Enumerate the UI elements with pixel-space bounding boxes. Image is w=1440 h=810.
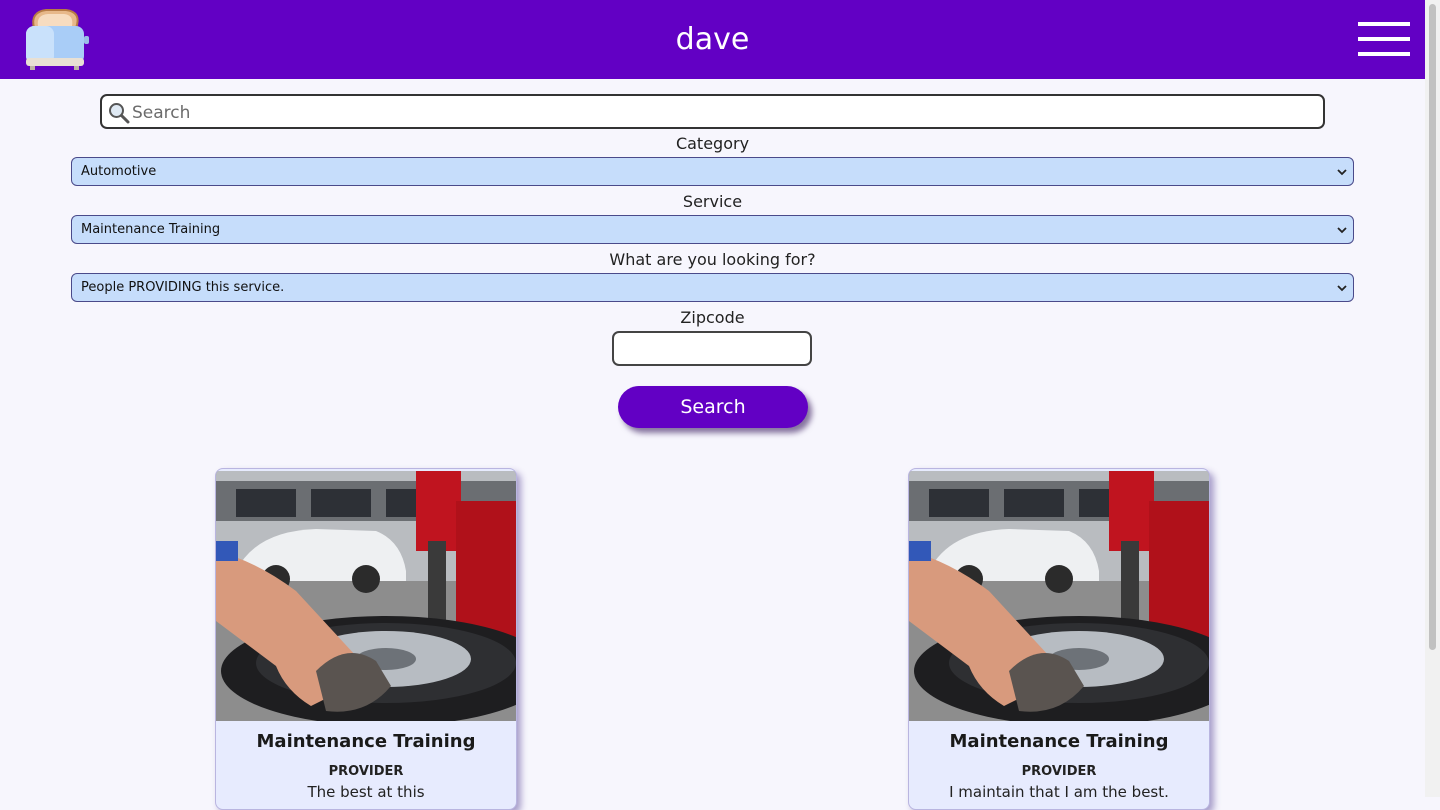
search-input[interactable]	[130, 99, 1314, 127]
result-card[interactable]: Maintenance Training PROVIDER The best a…	[215, 468, 517, 810]
looking-for-label: What are you looking for?	[609, 250, 816, 269]
scrollbar[interactable]	[1425, 0, 1440, 797]
tire-service-image	[216, 471, 516, 721]
card-role: PROVIDER	[1021, 764, 1097, 779]
card-role: PROVIDER	[328, 764, 404, 779]
card-title: Maintenance Training	[256, 731, 476, 752]
card-description: I maintain that I am the best.	[949, 783, 1169, 801]
looking-for-selected-value: People PROVIDING this service.	[81, 280, 285, 295]
category-select[interactable]: Automotive	[71, 157, 1354, 186]
chevron-down-icon	[1337, 285, 1347, 292]
chevron-down-icon	[1337, 169, 1347, 176]
search-box[interactable]	[100, 94, 1325, 129]
app-header: dave	[0, 0, 1425, 79]
magnifier-icon	[109, 103, 130, 124]
service-selected-value: Maintenance Training	[81, 222, 221, 237]
tire-service-image	[909, 471, 1209, 721]
page-title: dave	[675, 22, 750, 57]
hamburger-menu-icon[interactable]	[1358, 22, 1410, 56]
zipcode-field[interactable]	[612, 331, 812, 366]
card-description: The best at this	[307, 783, 425, 801]
category-label: Category	[675, 134, 750, 153]
service-label: Service	[682, 192, 743, 211]
scrollbar-thumb[interactable]	[1429, 4, 1436, 650]
card-title: Maintenance Training	[949, 731, 1169, 752]
result-card[interactable]: Maintenance Training PROVIDER I maintain…	[908, 468, 1210, 810]
search-button[interactable]: Search	[618, 386, 808, 428]
category-selected-value: Automotive	[81, 164, 157, 179]
looking-for-select[interactable]: People PROVIDING this service.	[71, 273, 1354, 302]
service-select[interactable]: Maintenance Training	[71, 215, 1354, 244]
chevron-down-icon	[1337, 227, 1347, 234]
zipcode-label: Zipcode	[680, 308, 745, 327]
